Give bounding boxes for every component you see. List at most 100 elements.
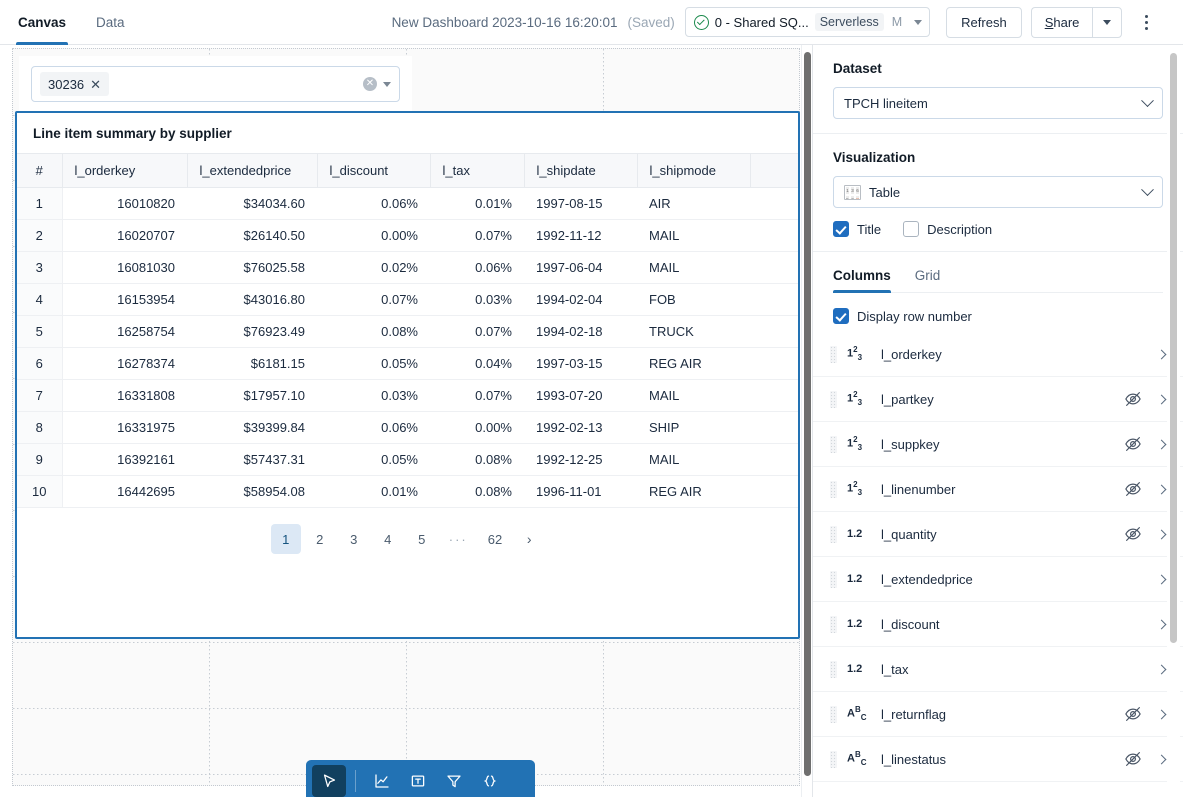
next-page-button[interactable]: › xyxy=(514,524,544,554)
column-header-overflow[interactable] xyxy=(750,154,798,188)
column-header-orderkey[interactable]: l_orderkey xyxy=(62,154,187,188)
kebab-menu-icon[interactable] xyxy=(1136,7,1156,37)
cell-overflow xyxy=(750,220,798,252)
share-button[interactable]: Share xyxy=(1031,7,1093,38)
filter-chip[interactable]: 30236 ✕ xyxy=(40,72,109,96)
tab-grid[interactable]: Grid xyxy=(915,268,941,292)
table-row[interactable]: 716331808$17957.100.03%0.07%1993-07-20MA… xyxy=(17,380,798,412)
table-row[interactable]: 1016442695$58954.080.01%0.08%1996-11-01R… xyxy=(17,476,798,508)
chevron-right-icon[interactable] xyxy=(1157,349,1167,359)
chart-icon[interactable] xyxy=(365,765,399,797)
text-box-icon[interactable] xyxy=(401,765,435,797)
column-row-l_partkey[interactable]: 123 l_partkey xyxy=(813,377,1183,422)
column-header-tax[interactable]: l_tax xyxy=(430,154,524,188)
cell-rownum: 7 xyxy=(17,380,62,412)
eye-off-icon[interactable] xyxy=(1124,525,1142,543)
drag-handle-icon[interactable] xyxy=(830,751,837,768)
chevron-down-icon xyxy=(1141,183,1154,196)
table-row[interactable]: 316081030$76025.580.02%0.06%1997-06-04MA… xyxy=(17,252,798,284)
page-button-5[interactable]: 5 xyxy=(407,524,437,554)
table-row[interactable]: 616278374$6181.150.05%0.04%1997-03-15REG… xyxy=(17,348,798,380)
description-checkbox[interactable] xyxy=(903,221,919,237)
drag-handle-icon[interactable] xyxy=(830,661,837,678)
table-row[interactable]: 116010820$34034.600.06%0.01%1997-08-15AI… xyxy=(17,188,798,220)
share-dropdown-button[interactable] xyxy=(1092,7,1122,38)
table-row[interactable]: 916392161$57437.310.05%0.08%1992-12-25MA… xyxy=(17,444,798,476)
filter-input[interactable]: 30236 ✕ ✕ xyxy=(31,66,400,102)
refresh-button[interactable]: Refresh xyxy=(946,7,1022,38)
eye-off-icon[interactable] xyxy=(1124,390,1142,408)
drag-handle-icon[interactable] xyxy=(830,391,837,408)
column-row-l_tax[interactable]: 1.2 l_tax xyxy=(813,647,1183,692)
column-row-l_linenumber[interactable]: 123 l_linenumber xyxy=(813,467,1183,512)
cell-overflow xyxy=(750,188,798,220)
eye-off-icon[interactable] xyxy=(1124,705,1142,723)
column-row-l_linestatus[interactable]: ABC l_linestatus xyxy=(813,737,1183,782)
column-row-l_orderkey[interactable]: 123 l_orderkey xyxy=(813,332,1183,377)
chevron-right-icon[interactable] xyxy=(1157,709,1167,719)
column-row-l_suppkey[interactable]: 123 l_suppkey xyxy=(813,422,1183,467)
table-row[interactable]: 216020707$26140.500.00%0.07%1992-11-12MA… xyxy=(17,220,798,252)
column-row-l_extendedprice[interactable]: 1.2 l_extendedprice xyxy=(813,557,1183,602)
page-button-3[interactable]: 3 xyxy=(339,524,369,554)
tab-canvas[interactable]: Canvas xyxy=(16,0,68,45)
canvas-grid[interactable]: 30236 ✕ ✕ Line item summary by supplier xyxy=(12,48,800,786)
chevron-right-icon[interactable] xyxy=(1157,529,1167,539)
chevron-right-icon[interactable] xyxy=(1157,619,1167,629)
dataset-select[interactable]: TPCH lineitem xyxy=(833,87,1163,119)
canvas-scrollbar[interactable] xyxy=(801,45,812,797)
warehouse-selector[interactable]: 0 - Shared SQ... Serverless M xyxy=(685,7,930,37)
drag-handle-icon[interactable] xyxy=(830,616,837,633)
chevron-down-icon[interactable] xyxy=(383,82,391,87)
page-button-last[interactable]: 62 xyxy=(480,524,510,554)
canvas-scrollbar-thumb[interactable] xyxy=(804,52,811,776)
code-braces-icon[interactable] xyxy=(473,765,507,797)
column-header-discount[interactable]: l_discount xyxy=(317,154,430,188)
visualization-select[interactable]: 136528 Table xyxy=(833,176,1163,208)
table-row[interactable]: 516258754$76923.490.08%0.07%1994-02-18TR… xyxy=(17,316,798,348)
cursor-select-icon[interactable] xyxy=(312,765,346,797)
display-row-number-checkbox[interactable] xyxy=(833,308,849,324)
column-name: l_returnflag xyxy=(881,707,1114,722)
eye-off-icon[interactable] xyxy=(1124,750,1142,768)
column-header-shipdate[interactable]: l_shipdate xyxy=(524,154,637,188)
page-button-1[interactable]: 1 xyxy=(271,524,301,554)
table-row[interactable]: 816331975$39399.840.06%0.00%1992-02-13SH… xyxy=(17,412,798,444)
page-button-2[interactable]: 2 xyxy=(305,524,335,554)
drag-handle-icon[interactable] xyxy=(830,571,837,588)
column-row-l_discount[interactable]: 1.2 l_discount xyxy=(813,602,1183,647)
column-header-rownum[interactable]: # xyxy=(17,154,62,188)
eye-off-icon[interactable] xyxy=(1124,480,1142,498)
drag-handle-icon[interactable] xyxy=(830,526,837,543)
chevron-right-icon[interactable] xyxy=(1157,439,1167,449)
tab-data[interactable]: Data xyxy=(94,0,127,45)
chevron-right-icon[interactable] xyxy=(1157,484,1167,494)
eye-off-icon[interactable] xyxy=(1124,435,1142,453)
panel-scrollbar-thumb[interactable] xyxy=(1170,53,1177,643)
column-row-l_quantity[interactable]: 1.2 l_quantity xyxy=(813,512,1183,557)
chevron-right-icon[interactable] xyxy=(1157,664,1167,674)
column-header-extendedprice[interactable]: l_extendedprice xyxy=(187,154,317,188)
drag-handle-icon[interactable] xyxy=(830,706,837,723)
filter-icon[interactable] xyxy=(437,765,471,797)
chevron-right-icon[interactable] xyxy=(1157,394,1167,404)
title-checkbox[interactable] xyxy=(833,221,849,237)
clear-circle-icon[interactable]: ✕ xyxy=(363,77,377,91)
column-row-l_returnflag[interactable]: ABC l_returnflag xyxy=(813,692,1183,737)
cell-overflow xyxy=(750,412,798,444)
table-widget[interactable]: Line item summary by supplier # l_orderk… xyxy=(15,111,800,639)
close-icon[interactable]: ✕ xyxy=(90,78,101,91)
drag-handle-icon[interactable] xyxy=(830,436,837,453)
chevron-right-icon[interactable] xyxy=(1157,574,1167,584)
drag-handle-icon[interactable] xyxy=(830,481,837,498)
panel-scrollbar[interactable] xyxy=(1167,45,1180,797)
cell-discount: 0.06% xyxy=(317,188,430,220)
cell-orderkey: 16442695 xyxy=(62,476,187,508)
column-header-shipmode[interactable]: l_shipmode xyxy=(637,154,750,188)
chevron-right-icon[interactable] xyxy=(1157,754,1167,764)
drag-handle-icon[interactable] xyxy=(830,346,837,363)
warehouse-size: M xyxy=(892,15,902,29)
tab-columns[interactable]: Columns xyxy=(833,268,891,292)
page-button-4[interactable]: 4 xyxy=(373,524,403,554)
table-row[interactable]: 416153954$43016.800.07%0.03%1994-02-04FO… xyxy=(17,284,798,316)
